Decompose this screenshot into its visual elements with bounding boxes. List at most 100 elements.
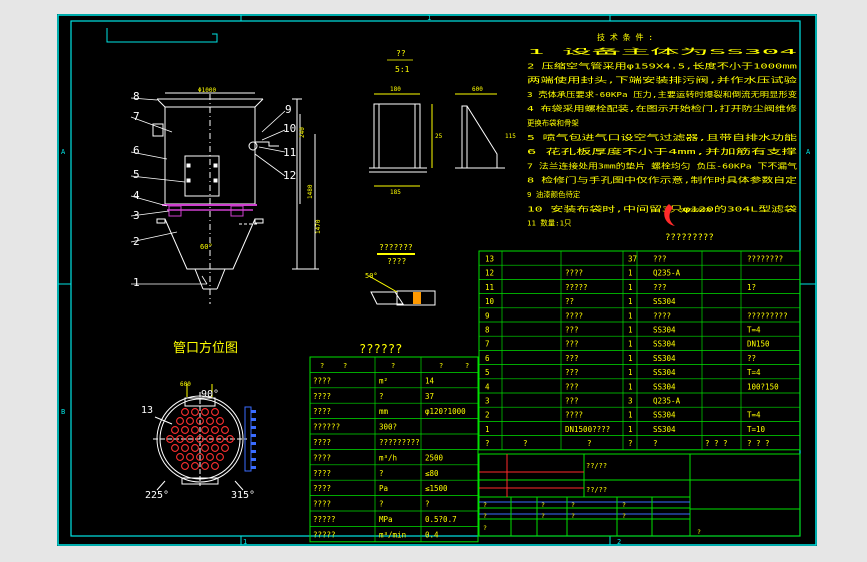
part-qty: 37 (628, 255, 637, 264)
bag-hole (181, 426, 189, 434)
spec-cell-name: ???? (313, 484, 331, 493)
bag-hole (171, 426, 179, 434)
part-note: ???????? (747, 255, 783, 264)
bag-hole (201, 462, 209, 470)
bag-hole (201, 426, 209, 434)
parts-header-cell: ? (523, 439, 528, 448)
part-material: SS304 (653, 411, 676, 420)
parts-header-cell: ? (628, 439, 633, 448)
bag-hole (216, 453, 224, 461)
angle-315: 315° (231, 490, 255, 501)
detail-b-angle: 50° (365, 272, 378, 280)
part-qty: 3 (628, 397, 633, 406)
dim-3: 1470 (315, 219, 322, 234)
spec-cell-unit: Pa (379, 484, 388, 493)
nozzle (251, 442, 256, 445)
detail-a-front (369, 93, 433, 187)
part-spec: ??? (565, 382, 579, 391)
bag-hole (181, 462, 189, 470)
part-no: 10 (485, 297, 495, 306)
part-qty: 1 (628, 425, 633, 434)
blowpipe-nozzles (251, 410, 256, 469)
tech-req-item: 7 法兰连接处用3mm的垫片 螺栓均匀 负压-60KPa 下不漏气 (527, 161, 798, 170)
angle-225: 225° (145, 490, 169, 501)
bag-hole (191, 462, 199, 470)
spec-cell-name: ???? (313, 453, 331, 462)
svg-text:9999999999: 9999999999 (681, 208, 711, 214)
part-qty: 1 (628, 297, 633, 306)
detail-a-title: ?? (396, 49, 406, 58)
part-no: 4 (485, 382, 490, 391)
part-spec: ??? (565, 354, 579, 363)
part-qty: 1 (628, 283, 633, 292)
bag-hole (211, 444, 219, 452)
part-spec: ???? (565, 411, 583, 420)
tech-req-subtitle: ????????? (665, 233, 714, 243)
part-material: Q235-A (653, 397, 681, 406)
nozzle (251, 418, 256, 421)
bag-hole (191, 408, 199, 416)
detail-b-sub: ???? (387, 257, 406, 266)
callout-leaders (130, 97, 286, 285)
tech-req-title: 技 术 条 件 : (597, 32, 653, 42)
part-note: T=4 (747, 326, 761, 335)
nozzle (251, 434, 256, 437)
spec-cell-name: ???? (313, 438, 331, 447)
part-spec: DN1500???? (565, 425, 610, 434)
parts-header-cell: ? (485, 439, 490, 448)
part-no: 5 (485, 368, 490, 377)
parts-list: 13 37??? ????????12???? 1 Q235-A11????? 1??? 1… (478, 250, 801, 451)
zone-mark-left-b: B (61, 408, 65, 416)
bag-hole (181, 444, 189, 452)
tech-req-item: 11 数量:1只 (527, 219, 571, 228)
spec-cell-name: ????? (313, 515, 336, 524)
part-spec: ??? (565, 397, 579, 406)
detail-b-label: ??????? (379, 243, 413, 252)
callout-3: 3 (133, 209, 140, 222)
spec-cell-name: ???? (313, 392, 331, 401)
callout-8: 8 (133, 90, 140, 103)
spec-cell-unit: ????????? (379, 438, 420, 447)
spec-cell-name: ???? (313, 469, 331, 478)
tech-req-item: 4 布袋采用螺栓配装,在图示开始检门,打开防尘阀维修 (527, 104, 798, 113)
part-spec: ????? (565, 283, 588, 292)
part-material: SS304 (653, 326, 676, 335)
part-material: SS304 (653, 382, 676, 391)
part-qty: 1 (628, 411, 633, 420)
callout-7: 7 (133, 110, 140, 123)
spec-cell-value: 14 (425, 376, 435, 385)
detail-a-side (455, 93, 505, 169)
bag-hole (176, 417, 184, 425)
tech-req-item: 5 喷气包进气口设空气过滤器,且带自排水功能 (527, 133, 798, 142)
parts-header-cell: ? ? ? (747, 439, 770, 448)
part-material: ??? (653, 283, 667, 292)
part-material: Q235-A (653, 269, 681, 278)
spec-header-cell: ? (439, 362, 443, 370)
spec-cell-value: 0.5?0.7 (425, 515, 457, 524)
detail-a-scale: 5:1 (395, 65, 410, 74)
spec-cell-unit: m³/h (379, 453, 397, 462)
part-note: T=4 (747, 368, 761, 377)
nozzle (251, 426, 256, 429)
callout-2: 2 (133, 235, 140, 248)
detail-a-dim-4: 600 (472, 86, 483, 93)
bag-hole (171, 444, 179, 452)
orientation-title: 管口方位图 (173, 340, 238, 356)
callout-5: 5 (133, 168, 140, 181)
tech-req-item: 8 检修门与手孔图中仅作示意,制作时具体参数自定 (527, 176, 798, 185)
tech-req-item: 10 安装布袋时,中间留3只φ120的304L型滤袋 (527, 204, 798, 213)
spec-table: ????????? m² 14????? 37???? mm φ120?1000?????… (309, 356, 479, 543)
part-no: 9 (485, 311, 490, 320)
title-block-mark: ? (622, 501, 626, 509)
spec-cell-name: ?????? (313, 423, 340, 432)
part-material: ???? (653, 311, 671, 320)
part-material: ??? (653, 255, 667, 264)
bag-hole (206, 453, 214, 461)
bag-hole (176, 453, 184, 461)
spec-header-cell: ? (343, 362, 347, 370)
part-note: ????????? (747, 311, 788, 320)
part-material: SS304 (653, 340, 676, 349)
tech-req-item: 6 花孔板厚度不小于4mm,并加筋有支撑 (527, 147, 798, 156)
tech-req-item: 两端使用封头,下端安装排污阀,并作水压试验 (527, 76, 798, 85)
zone-mark-left-a: A (61, 148, 66, 156)
